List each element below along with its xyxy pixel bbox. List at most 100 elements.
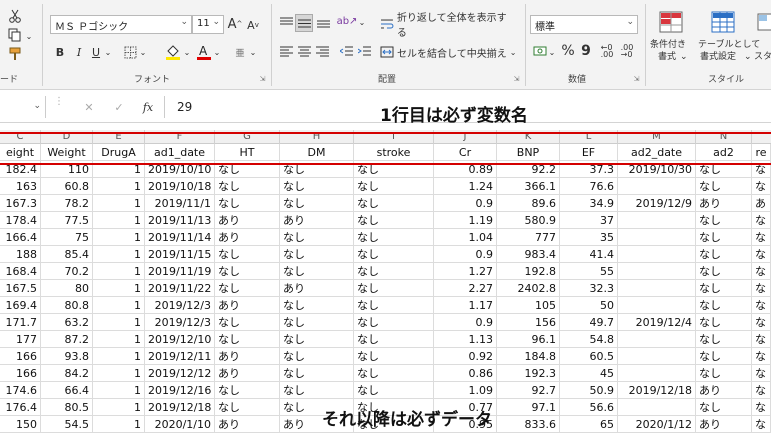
table-cell[interactable]: 163 — [0, 178, 41, 195]
table-cell[interactable]: 66.4 — [41, 382, 93, 399]
table-cell[interactable]: 75 — [41, 229, 93, 246]
format-as-table-button[interactable]: テーブルとして 書式設定 ⌄ — [698, 10, 760, 68]
table-cell[interactable]: なし — [354, 229, 434, 246]
table-cell[interactable]: 56.6 — [560, 399, 618, 416]
table-cell[interactable] — [618, 263, 696, 280]
table-cell[interactable]: なし — [354, 178, 434, 195]
table-cell[interactable]: な — [752, 382, 771, 399]
table-cell[interactable] — [618, 365, 696, 382]
table-cell[interactable]: なし — [696, 314, 752, 331]
table-cell[interactable]: 174.6 — [0, 382, 41, 399]
header-cell[interactable]: DM — [280, 144, 354, 161]
table-cell[interactable]: 2019/12/10 — [145, 331, 215, 348]
table-cell[interactable]: 2019/11/1 — [145, 195, 215, 212]
dialog-launcher-icon[interactable]: ⇲ — [258, 74, 267, 83]
dialog-launcher-icon[interactable]: ⇲ — [512, 74, 521, 83]
increase-indent-icon[interactable] — [356, 43, 372, 59]
table-cell[interactable]: あり — [215, 365, 280, 382]
wrap-text-button[interactable]: 折り返して全体を表示する — [380, 13, 516, 39]
table-cell[interactable]: あり — [696, 382, 752, 399]
table-cell[interactable]: 2402.8 — [497, 280, 560, 297]
table-cell[interactable]: なし — [215, 280, 280, 297]
orientation-icon[interactable]: ab↗ — [337, 12, 358, 30]
table-cell[interactable]: なし — [280, 263, 354, 280]
align-left-icon[interactable] — [278, 43, 294, 59]
table-cell[interactable]: 188 — [0, 246, 41, 263]
table-cell[interactable]: 178.4 — [0, 212, 41, 229]
borders-icon[interactable] — [122, 44, 138, 60]
table-cell[interactable]: 35 — [560, 229, 618, 246]
table-cell[interactable]: 50 — [560, 297, 618, 314]
table-cell[interactable]: なし — [215, 178, 280, 195]
table-cell[interactable]: あり — [215, 229, 280, 246]
dialog-launcher-icon[interactable]: ⇲ — [632, 74, 641, 83]
header-cell[interactable]: Cr — [434, 144, 497, 161]
header-cell[interactable]: ad1_date — [145, 144, 215, 161]
table-cell[interactable]: な — [752, 280, 771, 297]
table-cell[interactable]: 2019/11/15 — [145, 246, 215, 263]
table-cell[interactable]: 0.9 — [434, 314, 497, 331]
number-format-select[interactable]: 標準 ⌄ — [530, 15, 638, 34]
chevron-down-icon[interactable]: ⌄ — [183, 45, 191, 59]
table-cell[interactable]: 1 — [93, 331, 145, 348]
table-cell[interactable]: な — [752, 212, 771, 229]
table-cell[interactable]: 55 — [560, 263, 618, 280]
table-cell[interactable]: 2019/12/9 — [618, 195, 696, 212]
align-middle-icon[interactable] — [295, 14, 313, 32]
table-cell[interactable]: 1 — [93, 399, 145, 416]
table-cell[interactable]: 54.8 — [560, 331, 618, 348]
table-cell[interactable]: 1.27 — [434, 263, 497, 280]
table-cell[interactable]: なし — [354, 331, 434, 348]
table-cell[interactable]: 92.7 — [497, 382, 560, 399]
table-cell[interactable]: なし — [696, 280, 752, 297]
cancel-icon[interactable]: ✕ — [82, 99, 96, 115]
table-cell[interactable]: なし — [354, 348, 434, 365]
function-icon[interactable]: fx — [140, 99, 156, 115]
table-cell[interactable]: あり — [215, 348, 280, 365]
table-cell[interactable]: 1.04 — [434, 229, 497, 246]
table-cell[interactable]: 366.1 — [497, 178, 560, 195]
table-cell[interactable]: 1 — [93, 314, 145, 331]
table-cell[interactable]: 1.09 — [434, 382, 497, 399]
table-cell[interactable]: な — [752, 399, 771, 416]
table-cell[interactable]: なし — [280, 195, 354, 212]
table-cell[interactable]: なし — [215, 399, 280, 416]
table-cell[interactable]: 2019/12/12 — [145, 365, 215, 382]
table-cell[interactable]: 49.7 — [560, 314, 618, 331]
table-cell[interactable]: なし — [354, 314, 434, 331]
table-cell[interactable]: 167.3 — [0, 195, 41, 212]
align-top-icon[interactable] — [278, 14, 294, 30]
table-cell[interactable]: なし — [354, 382, 434, 399]
table-cell[interactable]: あり — [215, 212, 280, 229]
percent-button[interactable]: % — [560, 42, 576, 60]
chevron-down-icon[interactable]: ⌄ — [548, 45, 556, 59]
table-cell[interactable]: なし — [280, 314, 354, 331]
table-cell[interactable]: なし — [280, 365, 354, 382]
table-cell[interactable]: 167.5 — [0, 280, 41, 297]
header-cell[interactable]: re — [752, 144, 771, 161]
table-cell[interactable]: 777 — [497, 229, 560, 246]
table-cell[interactable]: 983.4 — [497, 246, 560, 263]
table-cell[interactable] — [618, 229, 696, 246]
table-cell[interactable]: 89.6 — [497, 195, 560, 212]
table-cell[interactable]: あり — [280, 280, 354, 297]
table-cell[interactable]: 2019/12/11 — [145, 348, 215, 365]
table-cell[interactable]: 45 — [560, 365, 618, 382]
font-color-icon[interactable]: A — [196, 42, 212, 62]
table-cell[interactable]: 60.5 — [560, 348, 618, 365]
table-cell[interactable]: 87.2 — [41, 331, 93, 348]
table-cell[interactable]: 192.8 — [497, 263, 560, 280]
table-cell[interactable]: 0.9 — [434, 246, 497, 263]
chevron-down-icon[interactable]: ⌄ — [139, 45, 147, 59]
table-cell[interactable]: 1.19 — [434, 212, 497, 229]
table-cell[interactable]: なし — [280, 178, 354, 195]
table-cell[interactable]: 1.13 — [434, 331, 497, 348]
table-cell[interactable]: なし — [354, 212, 434, 229]
chevron-down-icon[interactable]: ⌄ — [104, 45, 112, 59]
table-cell[interactable]: 2019/11/19 — [145, 263, 215, 280]
chevron-down-icon[interactable]: ⌄ — [213, 45, 221, 59]
table-cell[interactable]: 2019/12/18 — [618, 382, 696, 399]
table-cell[interactable]: なし — [354, 246, 434, 263]
italic-button[interactable]: I — [71, 43, 87, 61]
table-cell[interactable]: 97.1 — [497, 399, 560, 416]
